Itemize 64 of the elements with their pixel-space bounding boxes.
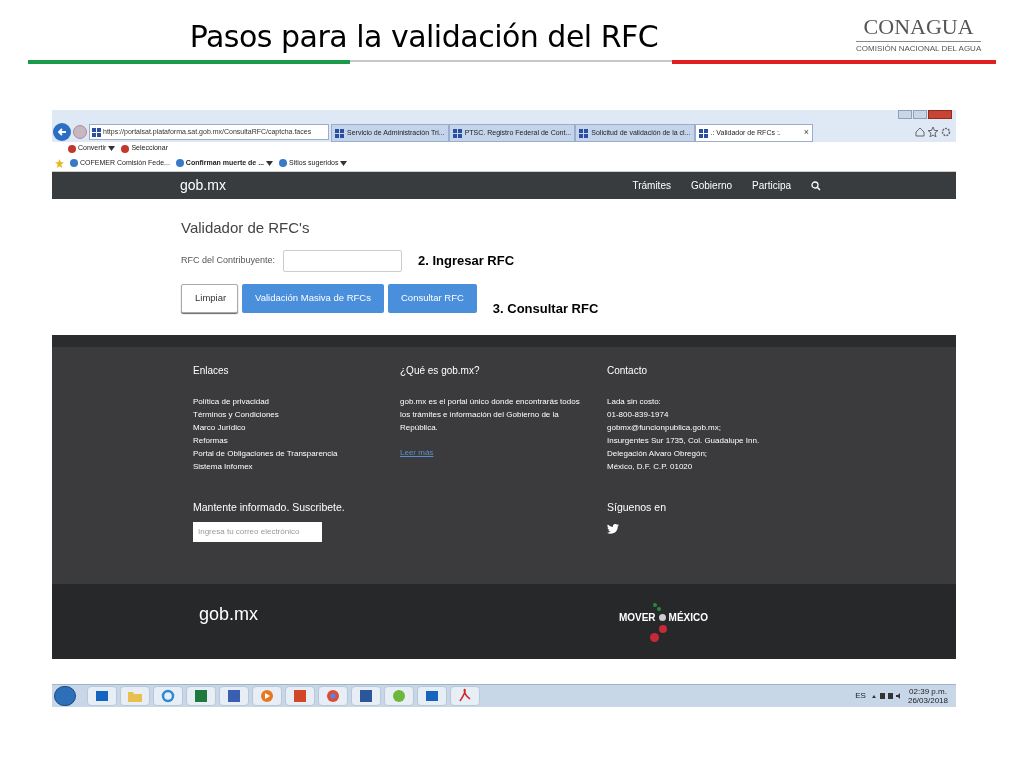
back-arrow-icon [57,127,67,137]
caret-icon [266,160,274,166]
media-player-icon[interactable] [252,686,282,706]
annotation: 2. Ingresar RFC [418,251,515,270]
site-icon [698,128,708,138]
pdf-icon[interactable] [450,686,480,706]
contact-line: México, D.F. C.P. 01020 [607,461,694,473]
nav-link[interactable]: Gobierno [690,178,733,193]
footer-heading: ¿Qué es gob.mx? [400,364,481,378]
form-button[interactable]: Limpiar [181,283,238,313]
diagram-app-icon[interactable] [219,686,249,706]
caret-icon [340,160,348,166]
brand-logo[interactable]: gob.mx [180,175,226,196]
footer-link[interactable]: Marco Jurídico [193,421,400,434]
footer-link[interactable]: Política de privacidad [193,395,400,408]
field-label: RFC del Contribuyente: [181,253,277,267]
footer-link[interactable]: Portal de Obligaciones de Transparencia [193,447,400,460]
caret-icon [108,146,116,151]
contact-line: Insurgentes Sur 1735, Col. Guadalupe Inn. [607,435,761,447]
slide-title: Pasos para la validación del RFC [189,18,659,56]
contact-line: Lada sin costo: [607,396,662,408]
footer-link[interactable]: Reformas [193,434,400,447]
nav-link[interactable]: Participa [752,178,791,193]
nav-link[interactable]: Trámites [632,178,671,193]
site-icon [579,128,589,138]
star-icon[interactable] [928,127,938,137]
brand-logo: gob.mx [199,603,259,626]
start-button[interactable] [54,686,76,706]
mail-app-icon[interactable] [87,686,117,706]
footer-heading: Contacto [607,364,649,378]
footer-heading: Enlaces [193,364,230,378]
page-heading: Validador de RFC's [181,218,311,238]
mail-app-icon[interactable] [417,686,447,706]
chrome-icon[interactable] [318,686,348,706]
contact-line: 01-800-839-1974 [607,409,670,421]
tray-icons[interactable] [871,692,902,700]
footer-heading: Mantente informado. Suscribete. [193,500,346,515]
logo: CONAGUA COMISIÓN NACIONAL DEL AGUA [856,13,982,55]
star-icon[interactable] [55,158,64,168]
campaign-logo: MOVER MÉXICO [618,599,708,644]
spreadsheet-icon[interactable] [186,686,216,706]
back-button[interactable] [53,123,71,141]
tab-close-button[interactable]: × [803,126,810,140]
site-icon [335,128,344,138]
presentation-icon[interactable] [285,686,315,706]
about-text: gob.mx es el portal único donde encontrarás todos los trámites e información del Gobierno de la República. [400,396,581,434]
document-icon[interactable] [351,686,381,706]
annotation: 3. Consultar RFC [492,299,599,318]
footer-link[interactable]: Sistema Infomex [193,460,400,473]
site-icon [452,128,462,138]
language-indicator[interactable]: ES [855,690,866,702]
site-icon [92,127,101,137]
footer-link[interactable]: Términos y Condiciones [193,408,400,421]
rfc-input[interactable] [283,249,402,272]
settings-icon[interactable] [941,127,951,137]
twitter-icon[interactable] [607,523,619,534]
email-input[interactable]: Ingresa tu correo electrónico [193,521,322,542]
contact-line: Delegación Alvaro Obregón; [607,448,709,460]
contact-line: gobmx@funcionpublica.gob.mx; [607,422,722,434]
home-icon[interactable] [915,127,925,137]
clock[interactable]: 02:39 p.m. 26/03/2018 [907,687,948,705]
browser-icon[interactable] [153,686,183,706]
search-icon[interactable] [811,180,821,191]
footer-heading: Síguenos en [607,500,667,515]
